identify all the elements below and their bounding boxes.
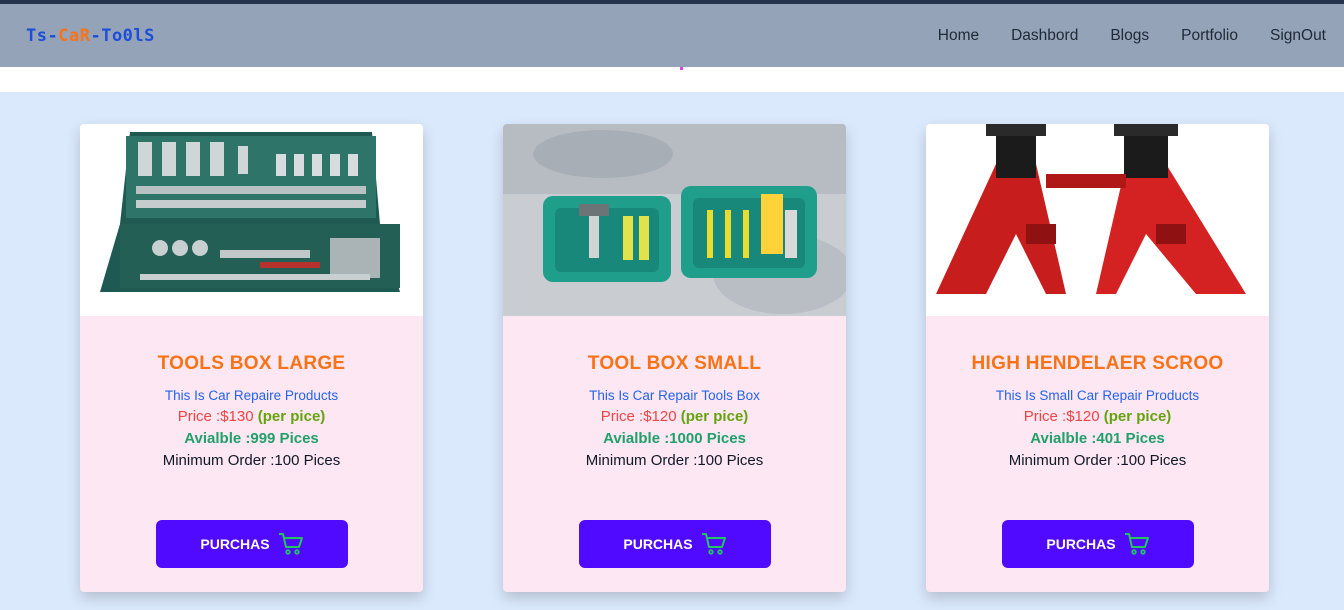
card-body: TOOLS BOX LARGE This Is Car Repaire Prod… bbox=[80, 353, 423, 469]
nav-link-signout[interactable]: SignOut bbox=[1270, 27, 1326, 45]
shopping-cart-icon bbox=[278, 533, 303, 555]
product-title: TOOLS BOX LARGE bbox=[157, 353, 346, 374]
shopping-cart-icon bbox=[1124, 533, 1149, 555]
price-unit: (per pice) bbox=[680, 408, 749, 425]
nav-link-portfolio[interactable]: Portfolio bbox=[1181, 27, 1238, 45]
product-image bbox=[80, 124, 423, 316]
product-min-order: Minimum Order :100 Pices bbox=[162, 452, 341, 469]
purchase-button-label: PURCHAS bbox=[200, 536, 270, 552]
product-availability: Avialble :1000 Pices bbox=[603, 430, 746, 447]
nav-links: Home Dashbord Blogs Portfolio SignOut bbox=[906, 27, 1326, 45]
navbar: Ts-CaR-To0lS Home Dashbord Blogs Portfol… bbox=[0, 4, 1344, 67]
purchase-button[interactable]: PURCHAS bbox=[156, 520, 348, 568]
price-value: Price :$120 bbox=[1023, 408, 1100, 425]
product-card: TOOLS BOX LARGE This Is Car Repaire Prod… bbox=[80, 124, 423, 592]
product-image bbox=[926, 124, 1269, 316]
product-grid: TOOLS BOX LARGE This Is Car Repaire Prod… bbox=[80, 124, 1269, 592]
product-min-order: Minimum Order :100 Pices bbox=[585, 452, 764, 469]
site-logo[interactable]: Ts-CaR-To0lS bbox=[26, 26, 155, 46]
product-image bbox=[503, 124, 846, 316]
product-min-order: Minimum Order :100 Pices bbox=[1008, 452, 1187, 469]
card-body: TOOL BOX SMALL This Is Car Repair Tools … bbox=[503, 353, 846, 469]
product-description: This Is Car Repaire Products bbox=[164, 388, 339, 403]
card-body: HIGH HENDELAER SCROO This Is Small Car R… bbox=[926, 353, 1269, 469]
nav-link-blogs[interactable]: Blogs bbox=[1110, 27, 1149, 45]
socket-set-image bbox=[80, 124, 423, 316]
logo-separator-2: - bbox=[90, 25, 102, 46]
product-price: Price :$120 (per pice) bbox=[926, 408, 1269, 425]
jack-stand-image bbox=[926, 124, 1269, 316]
nav-link-home[interactable]: Home bbox=[938, 27, 979, 45]
purchase-button[interactable]: PURCHAS bbox=[579, 520, 771, 568]
logo-part-2: CaR bbox=[58, 25, 91, 46]
product-price: Price :$120 (per pice) bbox=[503, 408, 846, 425]
header-strip bbox=[0, 67, 1344, 92]
logo-separator-1: - bbox=[47, 25, 59, 46]
small-toolbox-image bbox=[503, 124, 846, 316]
product-card: TOOL BOX SMALL This Is Car Repair Tools … bbox=[503, 124, 846, 592]
price-value: Price :$120 bbox=[600, 408, 677, 425]
price-unit: (per pice) bbox=[257, 408, 326, 425]
price-unit: (per pice) bbox=[1103, 408, 1172, 425]
product-availability: Avialble :401 Pices bbox=[1030, 430, 1165, 447]
purchase-button-label: PURCHAS bbox=[623, 536, 693, 552]
product-description: This Is Small Car Repair Products bbox=[995, 388, 1200, 403]
product-title: TOOL BOX SMALL bbox=[587, 353, 762, 374]
product-price: Price :$130 (per pice) bbox=[80, 408, 423, 425]
nav-link-dashboard[interactable]: Dashbord bbox=[1011, 27, 1078, 45]
product-description: This Is Car Repair Tools Box bbox=[589, 388, 760, 403]
logo-part-1: Ts bbox=[26, 25, 48, 46]
purchase-button[interactable]: PURCHAS bbox=[1002, 520, 1194, 568]
product-title: HIGH HENDELAER SCROO bbox=[971, 353, 1224, 374]
product-availability: Avialble :999 Pices bbox=[184, 430, 319, 447]
price-value: Price :$130 bbox=[177, 408, 254, 425]
purchase-button-label: PURCHAS bbox=[1046, 536, 1116, 552]
shopping-cart-icon bbox=[701, 533, 726, 555]
product-card: HIGH HENDELAER SCROO This Is Small Car R… bbox=[926, 124, 1269, 592]
logo-part-3: To0lS bbox=[101, 25, 155, 46]
